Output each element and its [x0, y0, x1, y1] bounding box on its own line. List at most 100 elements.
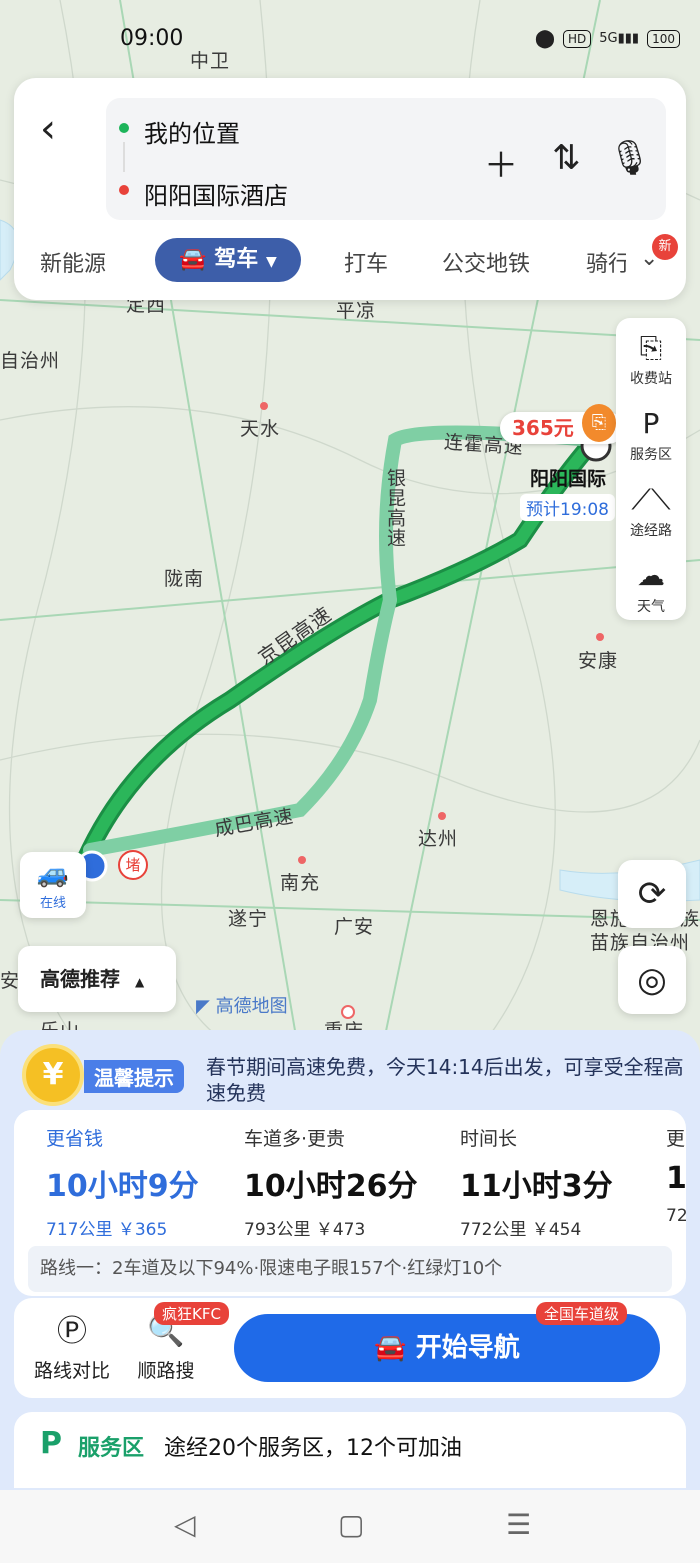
system-nav-bar: ◁ ▢ ☰ [0, 1490, 700, 1563]
car-icon: 🚘 [179, 247, 207, 272]
pk-icon: Ⓟ [57, 1314, 87, 1349]
location-icon: ⬤ [534, 28, 555, 49]
road-label: 银昆高速 [384, 468, 406, 548]
tip-label: 温馨提示 [84, 1060, 184, 1093]
route-tag: 时间长 [460, 1128, 518, 1150]
back-nav-button[interactable]: ◁ [174, 1508, 196, 1541]
add-waypoint-button[interactable]: ＋ [484, 138, 518, 187]
start-navigation-label: 开始导航 [415, 1333, 520, 1363]
origin-dot [119, 123, 129, 133]
route-preference-label: 高德推荐 [40, 967, 120, 991]
tab-driving[interactable]: 🚘 驾车 ▼ [155, 238, 301, 282]
route-info: 772公里 ￥454 [460, 1220, 582, 1240]
tab-transit[interactable]: 公交地铁 [442, 246, 530, 278]
online-vehicle-button[interactable]: 🚙 在线 [20, 852, 86, 918]
transport-mode-tabs: 新能源 🚘 驾车 ▼ 打车 公交地铁 骑行 ⌄ 新 [14, 234, 686, 286]
route-endpoints: 我的位置 阳阳国际酒店 ＋ ⇅ 🎙 [106, 98, 666, 220]
sidebar-service-area[interactable]: P 服务区 [616, 404, 686, 464]
service-area-text: 途经20个服务区，12个可加油 [164, 1436, 462, 1461]
eta-label: 预计19:08 [520, 494, 615, 521]
tab-taxi[interactable]: 打车 [344, 246, 388, 278]
service-area-icon: P [40, 1426, 62, 1461]
route-info: 717公里 ￥365 [46, 1220, 168, 1240]
congestion-marker[interactable]: 堵 [118, 850, 148, 880]
city-label: 安康 [578, 650, 619, 672]
route-duration: 1 [666, 1161, 686, 1196]
city-label: 天水 [240, 418, 281, 440]
recents-nav-button[interactable]: ☰ [506, 1508, 531, 1541]
sidebar-label: 途经路 [630, 523, 672, 539]
city-label: 平凉 [336, 300, 377, 322]
swap-endpoints-button[interactable]: ⇅ [552, 138, 581, 178]
city-label: 陇南 [164, 568, 205, 590]
sidebar-label: 天气 [637, 599, 665, 615]
sidebar-via-road[interactable]: ⟋⟍ 途经路 [616, 480, 686, 540]
route-compare-button[interactable]: Ⓟ 路线对比 [22, 1312, 122, 1383]
sidebar-weather[interactable]: ☁ 天气 [616, 556, 686, 616]
back-button[interactable]: ‹ [40, 106, 56, 152]
action-label: 路线对比 [33, 1360, 110, 1382]
route-preference-button[interactable]: 高德推荐 ▲ [18, 946, 176, 1012]
battery-icon: 100 [647, 29, 680, 48]
service-area-title: 服务区 [78, 1436, 145, 1461]
tab-label: 驾车 [214, 247, 259, 272]
locate-icon: ◎ [637, 960, 667, 1000]
hd-icon: HD [563, 29, 592, 48]
city-label: 广安 [334, 916, 375, 938]
service-area-card[interactable]: P 服务区 途经20个服务区，12个可加油 [14, 1412, 686, 1488]
action-label: 顺路搜 [137, 1360, 195, 1382]
city-label: 达州 [418, 828, 459, 850]
voice-input-button[interactable]: 🎙 [608, 138, 651, 178]
city-label: 南充 [280, 872, 321, 894]
origin-field[interactable]: 我的位置 [144, 114, 240, 149]
route-info: 793公里 ￥473 [244, 1220, 366, 1240]
cloud-icon: ☁ [637, 559, 665, 592]
city-label: 安 [0, 970, 21, 992]
network-label: 5G [599, 31, 618, 46]
route-duration: 11小时3分 [460, 1169, 613, 1204]
refresh-route-button[interactable]: ⟳ [618, 860, 686, 928]
route-option-4[interactable]: 更 1 72 [666, 1124, 686, 1226]
new-badge: 新 [652, 234, 678, 260]
destination-label: 阳阳国际 [530, 468, 607, 490]
car-icon: 🚘 [374, 1333, 407, 1363]
online-label: 在线 [39, 896, 66, 911]
status-time: 09:00 [120, 26, 184, 51]
promo-tag: 疯狂KFC [154, 1302, 229, 1325]
signal-5g-icon: 5G▮▮▮ [599, 31, 640, 46]
route-option-2[interactable]: 车道多·更贵 10小时26分 793公里 ￥473 [244, 1124, 418, 1240]
mic-icon: 🎙 [608, 138, 652, 178]
car-icon: 🚙 [36, 859, 70, 889]
map-logo: ◤ 高德地图 [196, 992, 288, 1018]
action-bar: Ⓟ 路线对比 🔍 顺路搜 疯狂KFC 🚘 开始导航 全国车道级 [14, 1298, 686, 1398]
coin-icon: ¥ [22, 1044, 84, 1106]
route-tag: 车道多·更贵 [244, 1128, 346, 1150]
endpoint-connector [123, 142, 125, 172]
status-bar: 09:00 ⬤ HD 5G▮▮▮ 100 [0, 26, 700, 56]
service-area-icon: P [642, 407, 660, 440]
route-tag: 更 [666, 1128, 686, 1150]
swap-icon: ⇅ [552, 138, 581, 178]
sidebar-label: 服务区 [630, 447, 672, 463]
toll-icon: ⎘ [639, 331, 663, 364]
sidebar-toll-station[interactable]: ⎘ 收费站 [616, 328, 686, 388]
city-label: 自治州 [0, 350, 61, 372]
route-option-1[interactable]: 更省钱 10小时9分 717公里 ￥365 [46, 1124, 199, 1240]
locate-button[interactable]: ◎ [618, 946, 686, 1014]
route-summary[interactable]: 路线一：2车道及以下94%·限速电子眼157个·红绿灯10个 [28, 1246, 672, 1292]
route-duration: 10小时26分 [244, 1169, 418, 1204]
lane-level-tag: 全国车道级 [536, 1302, 628, 1325]
tip-text: 春节期间高速免费，今天14:14后出发，可享受全程高速免费 [206, 1055, 684, 1105]
city-label: 遂宁 [228, 908, 269, 930]
tab-new-energy[interactable]: 新能源 [40, 246, 106, 278]
plus-icon: ＋ [484, 146, 518, 186]
destination-field[interactable]: 阳阳国际酒店 [144, 176, 288, 211]
route-option-3[interactable]: 时间长 11小时3分 772公里 ￥454 [460, 1124, 613, 1240]
home-nav-button[interactable]: ▢ [338, 1508, 364, 1541]
tab-cycling[interactable]: 骑行 [586, 246, 626, 278]
caret-up-icon: ▲ [134, 975, 145, 989]
sidebar-label: 收费站 [630, 371, 672, 387]
toll-icon: ⎘ [582, 404, 616, 442]
tip-banner[interactable]: ¥ 温馨提示 春节期间高速免费，今天14:14后出发，可享受全程高速免费 [18, 1038, 688, 1114]
route-info: 72 [666, 1206, 686, 1226]
